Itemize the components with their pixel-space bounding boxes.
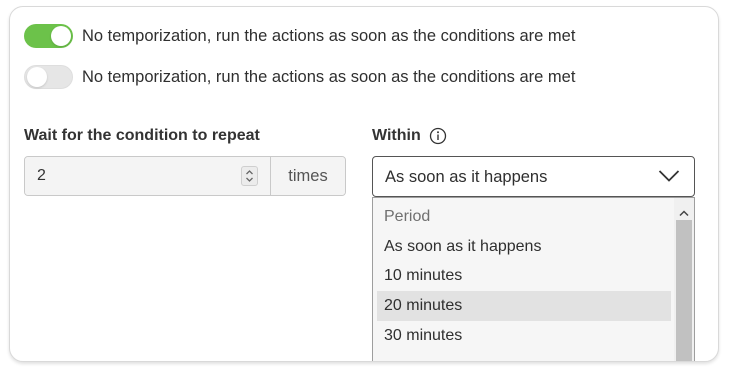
option-as-soon-as-it-happens[interactable]: As soon as it happens — [377, 232, 671, 262]
option-10-minutes[interactable]: 10 minutes — [377, 261, 671, 291]
within-dropdown-list: Period As soon as it happens 10 minutes … — [372, 197, 695, 361]
within-label-group: Within — [372, 127, 447, 145]
dropdown-scrollbar[interactable] — [674, 198, 694, 361]
repeat-count-value: 2 — [37, 167, 46, 184]
chevron-down-icon — [658, 169, 680, 188]
toggle-label-2: No temporization, run the actions as soo… — [82, 67, 576, 86]
repeat-label: Wait for the condition to repeat — [24, 127, 260, 144]
option-header-period: Period — [384, 208, 431, 225]
option-20-minutes[interactable]: 20 minutes — [377, 291, 671, 321]
toggle-label-1: No temporization, run the actions as soo… — [82, 26, 576, 45]
settings-card: No temporization, run the actions as soo… — [9, 6, 719, 362]
info-circle-icon[interactable] — [429, 127, 447, 145]
temporization-toggle-row-1: No temporization, run the actions as soo… — [24, 24, 575, 48]
within-select[interactable]: As soon as it happens — [372, 156, 695, 197]
temporization-toggle-off[interactable] — [24, 65, 73, 89]
times-suffix: times — [271, 157, 345, 195]
temporization-toggle-on[interactable] — [24, 24, 73, 48]
toggle-knob — [27, 67, 47, 87]
repeat-count-input[interactable]: 2 — [25, 157, 271, 195]
toggle-knob — [51, 26, 71, 46]
within-selected-value: As soon as it happens — [385, 168, 548, 186]
repeat-count-group: 2 times — [24, 156, 346, 196]
option-30-minutes[interactable]: 30 minutes — [377, 321, 671, 351]
up-down-stepper-icon[interactable] — [241, 166, 258, 186]
scrollbar-thumb[interactable] — [676, 220, 692, 361]
temporization-toggle-row-2: No temporization, run the actions as soo… — [24, 65, 575, 89]
within-label: Within — [372, 127, 421, 144]
